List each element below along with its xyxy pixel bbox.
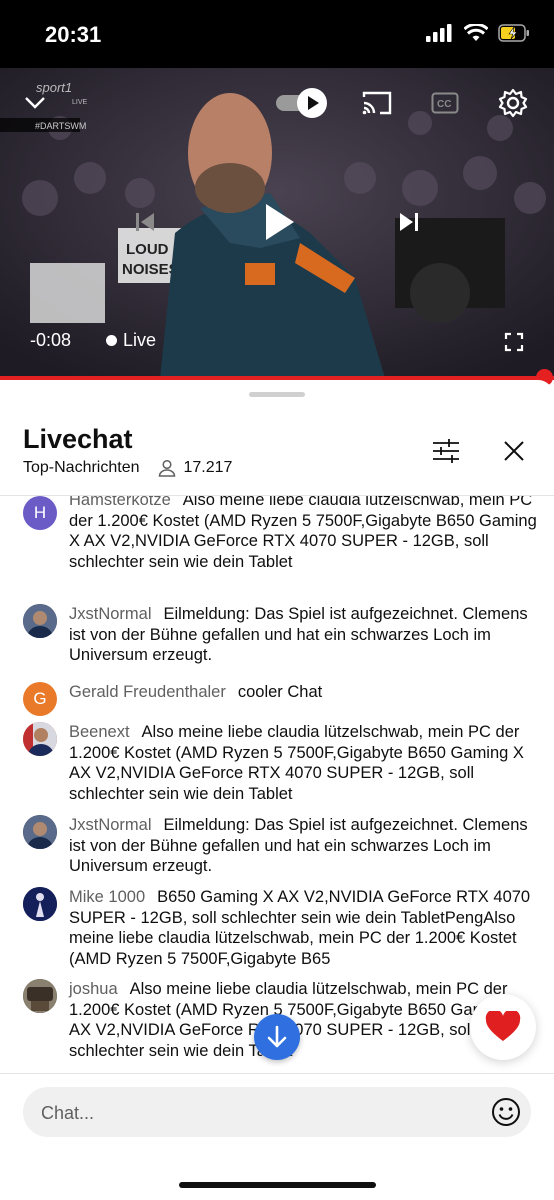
chat-message-list[interactable]: H Hamsterkotze Also meine liebe claudia l… (0, 496, 554, 1072)
crowd-sign-text-1: LOUD (126, 241, 169, 258)
battery-icon (498, 24, 529, 42)
chat-input[interactable] (39, 1087, 473, 1139)
avatar-image (23, 722, 57, 756)
chat-message: G Gerald Freudenthaler cooler Chat (23, 682, 538, 716)
message-text: cooler Chat (237, 683, 323, 701)
message-author[interactable]: Hamsterkotze (69, 496, 171, 509)
play-button[interactable] (250, 196, 308, 248)
hashtag-text: #DARTSWM (35, 121, 86, 131)
close-icon (504, 441, 524, 461)
next-icon (400, 213, 418, 231)
message-author[interactable]: Beenext (69, 723, 130, 741)
chat-title: Livechat (23, 424, 133, 454)
input-divider (0, 1073, 554, 1074)
channel-logo-sub-text: LIVE (72, 99, 88, 106)
previous-icon (136, 213, 154, 231)
chat-filter-button[interactable] (431, 436, 461, 466)
chat-message: H Hamsterkotze Also meine liebe claudia l… (23, 496, 538, 572)
chat-subtitle: Top-Nachrichten 17.217 (23, 459, 232, 477)
arrow-down-icon (267, 1025, 287, 1048)
chat-message: Mike 1000 B650 Gaming X AX V2,NVIDIA GeFo… (23, 887, 538, 969)
video-player[interactable]: LOUD NOISES #DARTSWM sport1 LIVE CC -0:0… (0, 68, 554, 378)
avatar[interactable] (23, 887, 57, 921)
person-icon (158, 459, 175, 477)
minimize-button[interactable] (20, 88, 50, 118)
autoplay-toggle[interactable] (274, 86, 328, 120)
fullscreen-button[interactable] (498, 326, 530, 358)
fullscreen-icon (504, 332, 524, 352)
message-author[interactable]: joshua (69, 980, 118, 998)
previous-button[interactable] (128, 204, 162, 240)
live-label: Live (123, 330, 157, 350)
message-author[interactable]: JxstNormal (69, 816, 152, 834)
captions-icon: CC (431, 92, 459, 114)
status-icons (426, 24, 530, 42)
filter-icon (433, 439, 459, 463)
svg-text:CC: CC (437, 99, 451, 110)
avatar[interactable]: H (23, 496, 57, 530)
avatar-image (23, 604, 57, 638)
drag-handle[interactable] (249, 392, 305, 397)
heart-icon (485, 1011, 521, 1041)
live-indicator[interactable]: Live (106, 330, 156, 351)
avatar-image (23, 815, 57, 849)
cast-button[interactable] (360, 87, 394, 119)
captions-button[interactable]: CC (428, 88, 462, 118)
avatar-image (23, 887, 57, 921)
play-icon (266, 204, 294, 240)
signal-icon (426, 24, 452, 42)
heart-reaction-button[interactable] (470, 994, 536, 1060)
message-text: Also meine liebe claudia lützelschwab, m… (69, 723, 524, 803)
chat-message: Beenext Also meine liebe claudia lützelsc… (23, 722, 538, 804)
avatar-letter: G (33, 689, 47, 708)
emoji-icon[interactable] (491, 1097, 521, 1127)
avatar[interactable] (23, 604, 57, 638)
autoplay-toggle-icon (276, 88, 327, 118)
cast-icon (362, 91, 392, 115)
avatar-letter: H (33, 503, 47, 522)
chat-close-button[interactable] (499, 436, 529, 466)
chat-message: JxstNormal Eilmeldung: Das Spiel ist aufg… (23, 815, 538, 877)
viewer-count-value: 17.217 (183, 459, 233, 476)
next-button[interactable] (392, 204, 426, 240)
avatar[interactable] (23, 722, 57, 756)
scroll-to-bottom-button[interactable] (254, 1014, 300, 1060)
chat-mode-label[interactable]: Top-Nachrichten (23, 459, 140, 477)
video-timecode: -0:08 (30, 330, 72, 350)
settings-button[interactable] (496, 86, 530, 120)
home-indicator (179, 1182, 376, 1188)
status-bar: 20:31 (0, 0, 554, 68)
avatar[interactable] (23, 815, 57, 849)
avatar[interactable]: G (23, 682, 57, 716)
live-dot-icon (106, 335, 117, 346)
message-author[interactable]: JxstNormal (69, 605, 152, 623)
chevron-down-icon (25, 97, 45, 109)
crowd-sign-text-2: NOISES (122, 261, 179, 278)
wifi-icon (464, 24, 488, 41)
message-author[interactable]: Gerald Freudenthaler (69, 683, 226, 701)
avatar-image (23, 979, 57, 1013)
chat-input-container (23, 1087, 531, 1139)
chat-message: JxstNormal Eilmeldung: Das Spiel ist aufg… (23, 604, 538, 666)
status-time: 20:31 (45, 22, 102, 47)
avatar[interactable] (23, 979, 57, 1013)
settings-icon (498, 88, 528, 118)
viewer-count: 17.217 (158, 459, 233, 477)
message-author[interactable]: Mike 1000 (69, 888, 145, 906)
